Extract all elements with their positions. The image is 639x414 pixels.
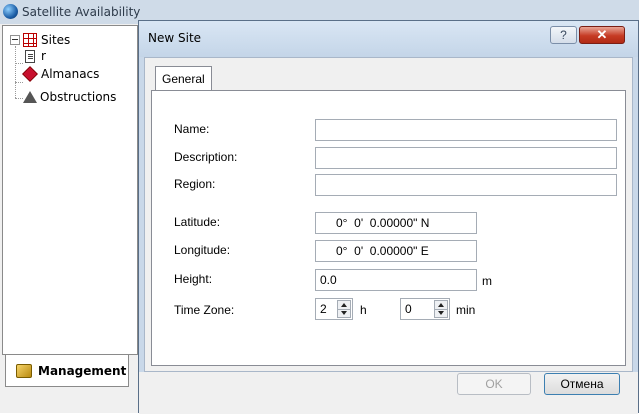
tree-connector bbox=[15, 46, 16, 98]
cancel-button[interactable]: Отмена bbox=[544, 373, 620, 395]
obstruction-icon bbox=[23, 91, 37, 103]
timezone-hours-unit: h bbox=[360, 303, 367, 317]
document-icon bbox=[25, 49, 35, 63]
region-field[interactable] bbox=[315, 174, 617, 196]
timezone-hours-spinner[interactable] bbox=[337, 300, 351, 318]
longitude-label: Longitude: bbox=[174, 243, 231, 257]
latitude-field[interactable]: 0° 0' 0.00000" N bbox=[315, 212, 477, 234]
help-button[interactable]: ? bbox=[550, 26, 577, 44]
longitude-field[interactable]: 0° 0' 0.00000" E bbox=[315, 240, 477, 262]
grid-icon bbox=[23, 33, 37, 47]
tree-item-obstructions[interactable]: Obstructions bbox=[23, 89, 116, 105]
tree-item-site-r-label: r bbox=[41, 49, 46, 63]
app-title: Satellite Availability bbox=[22, 5, 141, 19]
tree-connector bbox=[15, 63, 23, 64]
name-field[interactable] bbox=[315, 119, 617, 141]
management-icon bbox=[16, 363, 32, 378]
dialog-title: New Site bbox=[148, 31, 202, 45]
description-label: Description: bbox=[174, 150, 238, 164]
tree-item-sites[interactable]: Sites bbox=[10, 32, 70, 48]
tab-management-label: Management bbox=[38, 363, 127, 378]
tree-item-obstructions-label: Obstructions bbox=[40, 90, 117, 104]
tree-connector bbox=[15, 82, 23, 83]
tree-item-sites-label: Sites bbox=[41, 33, 71, 47]
navigation-tree: Sites r Almanacs Obstructions bbox=[2, 25, 138, 355]
region-label: Region: bbox=[174, 177, 216, 191]
tab-management[interactable]: Management bbox=[5, 355, 129, 387]
latitude-label: Latitude: bbox=[174, 215, 221, 229]
ok-button[interactable]: OK bbox=[457, 373, 531, 395]
new-site-dialog: New Site ? ✕ General Name: Description: … bbox=[138, 20, 639, 414]
spinner-divider bbox=[435, 309, 447, 310]
dialog-titlebar[interactable]: New Site ? ✕ bbox=[139, 21, 638, 57]
tree-connector bbox=[15, 98, 23, 99]
description-field[interactable] bbox=[315, 147, 617, 169]
timezone-minutes-spinner[interactable] bbox=[434, 300, 448, 318]
timezone-label: Time Zone: bbox=[174, 303, 235, 317]
collapse-icon[interactable] bbox=[10, 35, 20, 45]
tree-item-almanacs[interactable]: Almanacs bbox=[22, 66, 100, 82]
tree-item-site-r[interactable]: r bbox=[25, 48, 46, 64]
close-icon: ✕ bbox=[596, 27, 608, 42]
tab-general[interactable]: General bbox=[155, 66, 212, 91]
timezone-minutes-unit: min bbox=[456, 303, 476, 317]
globe-icon bbox=[3, 4, 18, 19]
name-label: Name: bbox=[174, 122, 210, 136]
close-button[interactable]: ✕ bbox=[579, 26, 625, 44]
spinner-divider bbox=[338, 309, 350, 310]
general-tab-page: Name: Description: Region: Latitude: 0° … bbox=[151, 90, 626, 366]
height-field[interactable]: 0.0 bbox=[315, 269, 477, 291]
almanac-icon bbox=[22, 66, 38, 82]
height-label: Height: bbox=[174, 272, 213, 286]
height-unit: m bbox=[482, 274, 492, 288]
tree-item-almanacs-label: Almanacs bbox=[41, 67, 100, 81]
dialog-body: General Name: Description: Region: Latit… bbox=[144, 57, 633, 372]
